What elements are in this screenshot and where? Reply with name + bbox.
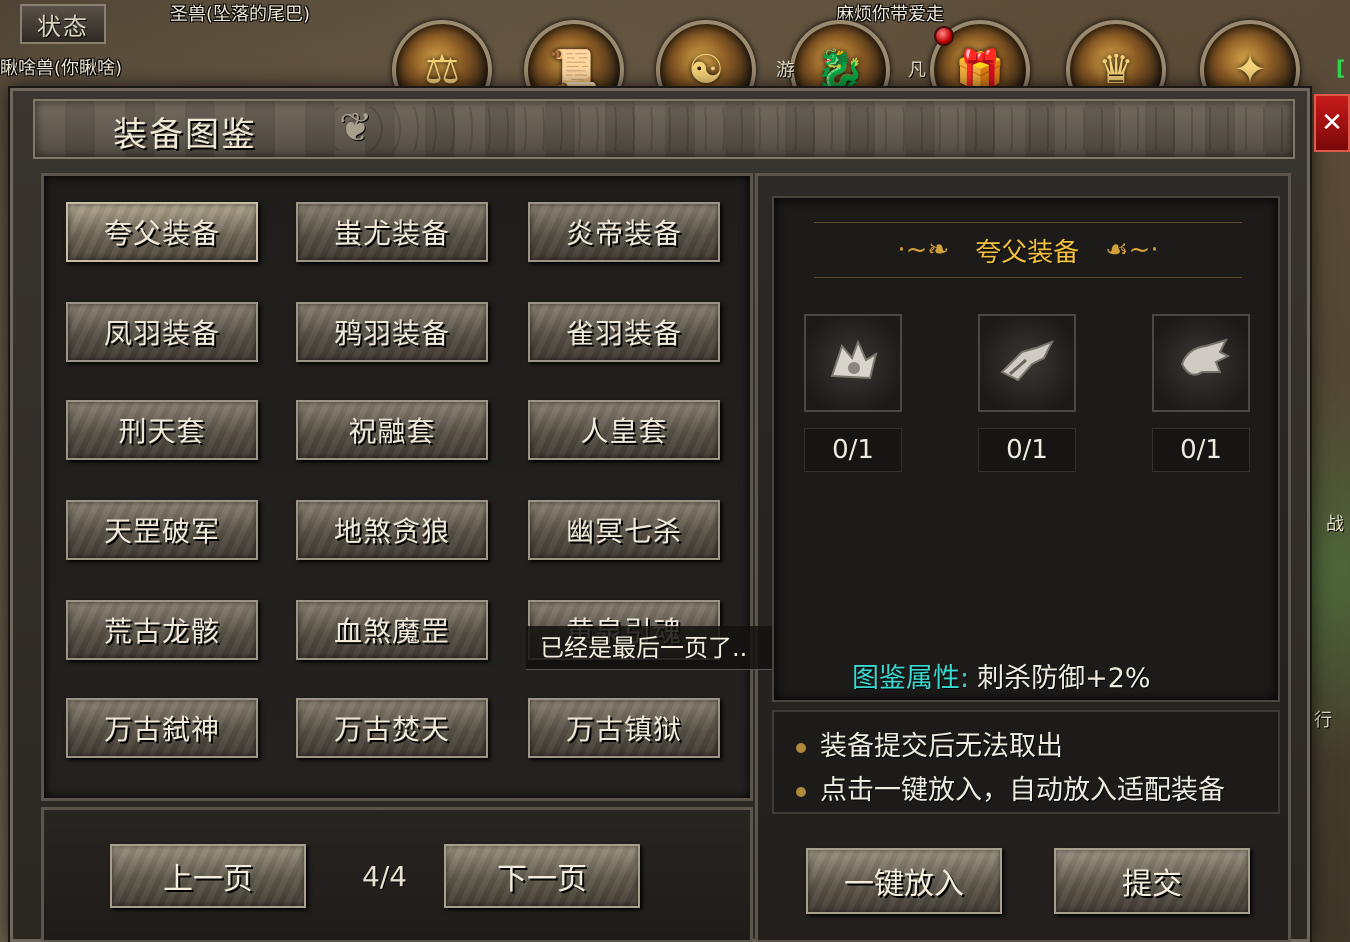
winged-helmet-icon <box>830 339 878 380</box>
winged-bracer-icon <box>1000 340 1055 382</box>
bullet-icon <box>796 742 806 753</box>
set-button-wangu-fentian[interactable]: 万古焚天 <box>296 698 488 758</box>
next-page-button[interactable]: 下一页 <box>444 844 640 908</box>
tip-2-text: 点击一键放入，自动放入适配装备 <box>820 775 1225 806</box>
codex-attribute: 图鉴属性: 刺杀防御+2% <box>852 656 1151 695</box>
set-button-huanggu[interactable]: 荒古龙骸 <box>66 600 258 660</box>
attribute-label: 图鉴属性: <box>852 663 970 694</box>
set-button-youming[interactable]: 幽冥七杀 <box>528 500 720 560</box>
set-button-yayu[interactable]: 鸦羽装备 <box>296 302 488 362</box>
tip-1: 装备提交后无法取出 <box>796 724 1063 763</box>
slot-2-count: 0/1 <box>978 428 1076 472</box>
equipment-codex-panel: ❦ 装备图鉴 夸父装备 蚩尤装备 炎帝装备 凤羽装备 鸦羽装备 雀羽装备 刑天套… <box>10 88 1310 942</box>
last-page-tooltip: 已经是最后一页了.. <box>526 626 772 670</box>
set-list-pane: 夸父装备 蚩尤装备 炎帝装备 凤羽装备 鸦羽装备 雀羽装备 刑天套 祝融套 人皇… <box>41 173 753 801</box>
set-button-yandi[interactable]: 炎帝装备 <box>528 202 720 262</box>
left-ornament-icon: ·~❧ <box>897 235 950 265</box>
equip-slot-3[interactable] <box>1152 314 1250 412</box>
pager: 上一页 4/4 下一页 <box>41 807 753 942</box>
swirl-ornament-icon: ❦ <box>339 105 373 151</box>
equip-slot-1[interactable] <box>804 314 902 412</box>
set-button-tiangang[interactable]: 天罡破军 <box>66 500 258 560</box>
set-button-chiyou[interactable]: 蚩尤装备 <box>296 202 488 262</box>
green-indicator: [ <box>1336 56 1346 80</box>
set-button-wangu-zhenyu[interactable]: 万古镇狱 <box>528 698 720 758</box>
close-button[interactable]: ✕ <box>1314 94 1350 152</box>
detail-title-frame: ·~❧ 夸父装备 ☙~· <box>814 222 1242 278</box>
panel-title: 装备图鉴 <box>113 115 257 155</box>
hud-edge-char-1: 凡 <box>908 60 926 81</box>
hud-edge-char-3: 战 <box>1326 514 1344 535</box>
prev-page-button[interactable]: 上一页 <box>110 844 306 908</box>
set-button-fengyu[interactable]: 凤羽装备 <box>66 302 258 362</box>
set-button-zhurong[interactable]: 祝融套 <box>296 400 488 460</box>
slot-3-count: 0/1 <box>1152 428 1250 472</box>
set-button-xuesha[interactable]: 血煞魔罡 <box>296 600 488 660</box>
set-detail-box: ·~❧ 夸父装备 ☙~· 0/1 0/1 0/1 图鉴属性: 刺杀防御+2% <box>772 196 1280 702</box>
detail-title: 夸父装备 <box>975 237 1080 268</box>
set-button-kuafu[interactable]: 夸父装备 <box>66 202 258 262</box>
auto-fill-button[interactable]: 一键放入 <box>806 848 1002 914</box>
set-button-renhuang[interactable]: 人皇套 <box>528 400 720 460</box>
right-ornament-icon: ☙~· <box>1105 235 1159 265</box>
set-button-xingtian[interactable]: 刑天套 <box>66 400 258 460</box>
equip-slot-2[interactable] <box>978 314 1076 412</box>
claw-gauntlet-icon <box>1180 338 1231 376</box>
title-bar: ❦ 装备图鉴 <box>33 99 1295 159</box>
bullet-icon <box>796 786 806 797</box>
set-button-queyu[interactable]: 雀羽装备 <box>528 302 720 362</box>
pet-name-2: 瞅啥兽(你瞅啥) <box>0 58 123 79</box>
set-button-wangu-shishen[interactable]: 万古弑神 <box>66 698 258 758</box>
page-indicator: 4/4 <box>362 860 408 893</box>
status-button[interactable]: 状态 <box>20 4 106 44</box>
attribute-value: 刺杀防御+2% <box>977 663 1151 694</box>
pet-name-1: 圣兽(坠落的尾巴) <box>170 4 311 25</box>
notification-dot <box>934 26 954 46</box>
tip-1-text: 装备提交后无法取出 <box>820 731 1063 762</box>
detail-pane: ·~❧ 夸父装备 ☙~· 0/1 0/1 0/1 图鉴属性: 刺杀防御+2% 装… <box>755 173 1291 942</box>
hud-edge-char-2: 游 <box>776 60 794 81</box>
hud-edge-char-4: 行 <box>1314 710 1332 731</box>
title-ornament <box>335 107 1285 151</box>
slot-1-count: 0/1 <box>804 428 902 472</box>
submit-button[interactable]: 提交 <box>1054 848 1250 914</box>
set-button-disha[interactable]: 地煞贪狼 <box>296 500 488 560</box>
tips-box: 装备提交后无法取出 点击一键放入，自动放入适配装备 <box>772 710 1280 814</box>
tip-2: 点击一键放入，自动放入适配装备 <box>796 768 1225 807</box>
